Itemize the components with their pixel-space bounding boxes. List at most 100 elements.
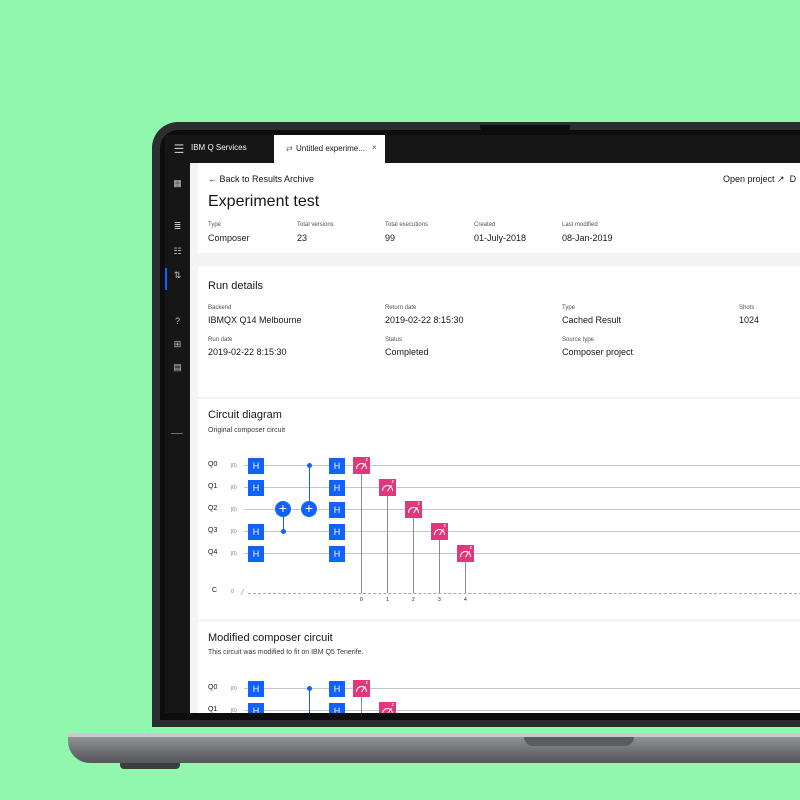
qubit-label: Q0 — [208, 684, 218, 691]
source-type-value: Composer project — [562, 347, 634, 357]
open-project-link[interactable]: Open project ↗ D — [723, 174, 796, 185]
classical-index: 2 — [412, 597, 415, 603]
meta-modified-label: Last modified — [562, 222, 598, 228]
app-screen: ☰ IBM Q Services ⇄ Untitled experime... … — [165, 135, 800, 713]
source-type-label: Source type — [562, 337, 595, 343]
measure-line — [465, 562, 466, 593]
run-date-label: Run date — [208, 337, 233, 343]
qubit-wire — [244, 509, 800, 510]
cnot-target[interactable]: + — [275, 501, 291, 517]
meta-type-value: Composer — [208, 233, 250, 243]
list-icon[interactable]: ≣ — [171, 220, 184, 233]
return-date-value: 2019-02-22 8:15:30 — [385, 315, 464, 325]
return-date-label: Return date — [385, 305, 417, 311]
ket-label: |0⟩ — [231, 485, 238, 491]
run-date-value: 2019-02-22 8:15:30 — [208, 347, 287, 357]
h-gate[interactable]: H — [329, 681, 345, 697]
qubit-wire — [244, 688, 800, 689]
laptop-mockup: ☰ IBM Q Services ⇄ Untitled experime... … — [0, 0, 800, 800]
ket-label: |0⟩ — [231, 551, 238, 557]
circuit-diagram-card: Circuit diagram Original composer circui… — [198, 399, 800, 619]
measure-gate-icon[interactable]: z — [457, 545, 474, 562]
type-value: Cached Result — [562, 315, 622, 325]
classical-value: 0 — [231, 589, 234, 595]
swap-icon[interactable]: ⇅ — [171, 269, 184, 282]
measure-line — [387, 496, 388, 593]
close-icon[interactable]: × — [372, 143, 377, 152]
modified-title: Modified composer circuit — [208, 632, 333, 644]
measure-gate-icon[interactable]: z — [405, 501, 422, 518]
h-gate[interactable]: H — [248, 524, 264, 540]
status-label: Status — [385, 337, 403, 343]
camera-notch — [480, 125, 570, 133]
h-gate[interactable]: H — [329, 458, 345, 474]
h-gate[interactable]: H — [248, 546, 264, 562]
open-project-label: Open project ↗ — [723, 174, 785, 184]
h-gate[interactable]: H — [248, 681, 264, 697]
qubit-label: Q3 — [208, 527, 218, 534]
help-icon[interactable]: ? — [171, 315, 184, 328]
qubit-label: Q1 — [208, 483, 218, 490]
h-gate[interactable]: H — [248, 458, 264, 474]
run-details-card: Run details Backend IBMQX Q14 Melbourne … — [198, 266, 800, 397]
ket-label: |0⟩ — [231, 463, 238, 469]
laptop-opening-notch — [524, 737, 634, 746]
ket-label: |0⟩ — [231, 708, 238, 713]
meta-created-value: 01-July-2018 — [474, 233, 527, 243]
measure-line — [413, 518, 414, 593]
document-icon[interactable]: ▤ — [171, 361, 184, 374]
measure-gate-icon[interactable]: z — [379, 479, 396, 496]
h-gate[interactable]: H — [248, 703, 264, 713]
shots-label: Shots — [739, 305, 755, 311]
backend-value: IBMQX Q14 Melbourne — [208, 315, 302, 325]
type-label: Type — [562, 305, 576, 311]
hamburger-menu-icon[interactable]: ☰ — [171, 141, 187, 157]
h-gate[interactable]: H — [329, 480, 345, 496]
ket-label: |0⟩ — [231, 507, 238, 513]
backend-label: Backend — [208, 305, 232, 311]
classical-index: 1 — [386, 597, 389, 603]
classical-index: 0 — [360, 597, 363, 603]
h-gate[interactable]: H — [329, 703, 345, 713]
control-dot — [281, 529, 286, 534]
settings-sliders-icon[interactable]: ☷ — [171, 245, 184, 258]
h-gate[interactable]: H — [329, 502, 345, 518]
classical-wire — [248, 593, 800, 594]
qubit-label: Q1 — [208, 706, 218, 713]
qubit-label: Q2 — [208, 505, 218, 512]
meta-executions-label: Total executions — [385, 222, 429, 228]
measure-gate-icon[interactable]: z — [379, 702, 396, 713]
hierarchy-icon[interactable]: ⊞ — [171, 338, 184, 351]
run-details-title: Run details — [208, 280, 264, 292]
control-dot — [307, 463, 312, 468]
measure-gate-icon[interactable]: z — [353, 457, 370, 474]
meta-versions-value: 23 — [297, 233, 308, 243]
dashboard-icon[interactable]: ▦ — [171, 177, 184, 190]
classical-slash-icon: ⁄ — [242, 588, 244, 597]
meta-executions-value: 99 — [385, 233, 396, 243]
back-link[interactable]: ← Back to Results Archive — [208, 174, 314, 184]
meta-modified-value: 08-Jan-2019 — [562, 233, 613, 243]
measure-gate-icon[interactable]: z — [353, 680, 370, 697]
qubit-wire — [244, 553, 800, 554]
active-indicator — [165, 268, 167, 290]
overflow-action[interactable]: D — [790, 174, 797, 184]
qubit-wire — [244, 531, 800, 532]
qubit-wire — [244, 710, 800, 711]
shots-value: 1024 — [739, 315, 760, 325]
qubit-wire — [244, 487, 800, 488]
ket-label: |0⟩ — [231, 529, 238, 535]
meta-versions-label: Total versions — [297, 222, 334, 228]
h-gate[interactable]: H — [329, 524, 345, 540]
nav-divider — [171, 433, 183, 434]
cnot-line — [309, 688, 311, 713]
h-gate[interactable]: H — [329, 546, 345, 562]
classical-index: 4 — [464, 597, 467, 603]
meta-type-label: Type — [208, 222, 222, 228]
circuit-icon: ⇄ — [286, 144, 293, 153]
tab-experiment[interactable]: ⇄ Untitled experime... × — [274, 135, 385, 163]
h-gate[interactable]: H — [248, 480, 264, 496]
measure-gate-icon[interactable]: z — [431, 523, 448, 540]
cnot-target[interactable]: + — [301, 501, 317, 517]
side-nav: ▦ ≣ ☷ ⇅ ? ⊞ ▤ — [165, 163, 190, 713]
